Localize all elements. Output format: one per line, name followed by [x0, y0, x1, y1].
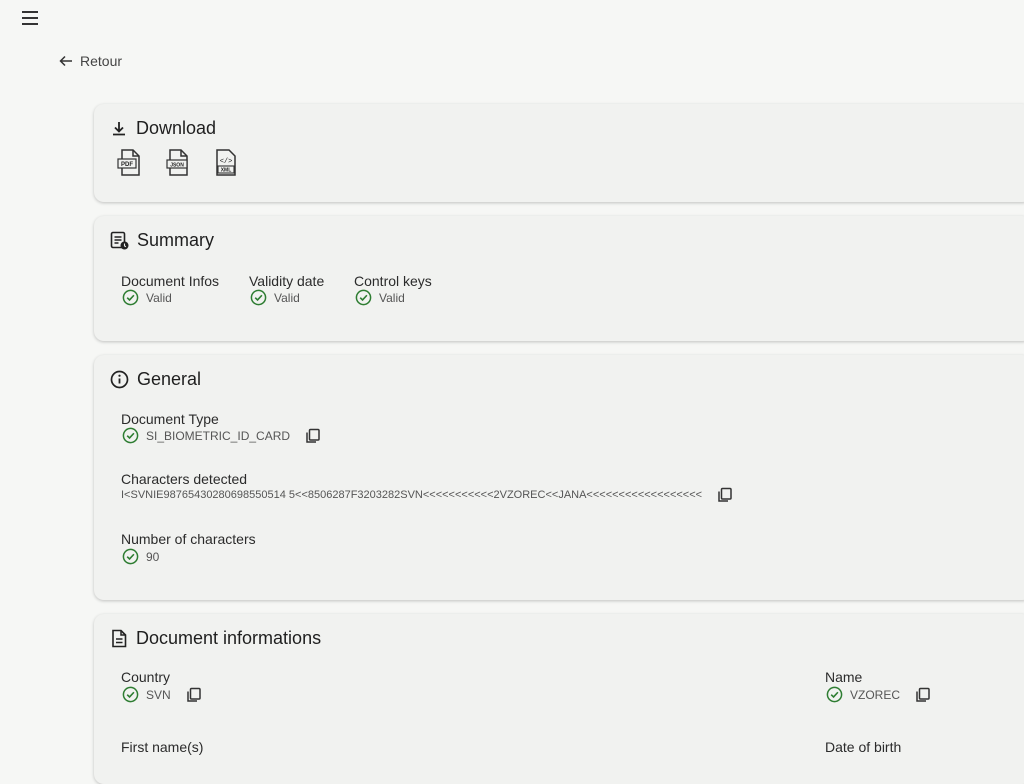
document-icon [112, 629, 127, 648]
document-informations-card: Document informations Country SVN Name V… [94, 614, 1024, 784]
document-infos-status: Valid [122, 289, 172, 306]
check-circle-icon [122, 427, 139, 444]
number-of-characters-label: Number of characters [121, 531, 256, 547]
document-infos-value: Valid [146, 290, 172, 305]
document-informations-header: Document informations [110, 628, 321, 649]
name-value: VZOREC [850, 687, 901, 702]
first-names-label: First name(s) [121, 739, 204, 755]
control-keys-value: Valid [379, 290, 405, 305]
characters-detected-value: I<SVNIE98765430280698550514 5<<8506287F3… [121, 489, 703, 501]
check-circle-icon [122, 289, 139, 306]
menu-icon[interactable] [18, 6, 42, 30]
validity-date-label: Validity date [249, 273, 325, 289]
name-row: VZOREC [826, 686, 931, 703]
check-circle-icon [826, 686, 843, 703]
document-type-label: Document Type [121, 411, 219, 427]
check-circle-icon [122, 548, 139, 565]
control-keys-label: Control keys [354, 273, 432, 289]
svg-text:</>: </> [220, 158, 233, 166]
document-type-row: SI_BIOMETRIC_ID_CARD [122, 427, 321, 444]
arrow-left-icon [59, 55, 72, 67]
country-row: SVN [122, 686, 202, 703]
summary-icon [110, 231, 129, 250]
download-icon [113, 121, 125, 135]
check-circle-icon [250, 289, 267, 306]
number-of-characters-row: 90 [122, 548, 159, 565]
summary-header: Summary [110, 230, 214, 251]
download-header: Download [110, 118, 216, 139]
back-link[interactable]: Retour [58, 50, 122, 72]
back-label: Retour [80, 53, 123, 69]
json-file-icon[interactable]: JSON [164, 148, 192, 178]
pdf-label: PDF [121, 162, 133, 168]
control-keys-status: Valid [355, 289, 405, 306]
document-infos-label: Document Infos [121, 273, 220, 289]
summary-title: Summary [137, 230, 215, 250]
characters-detected-row: I<SVNIE98765430280698550514 5<<8506287F3… [121, 487, 733, 503]
validity-date-status: Valid [250, 289, 300, 306]
copy-icon[interactable] [915, 687, 931, 703]
check-circle-icon [122, 686, 139, 703]
info-icon [110, 370, 129, 389]
general-card: General Document Type SI_BIOMETRIC_ID_CA… [94, 355, 1024, 600]
general-title: General [137, 369, 202, 389]
xml-file-icon[interactable]: </> XML [212, 148, 240, 178]
name-label: Name [825, 669, 863, 685]
document-type-value: SI_BIOMETRIC_ID_CARD [146, 428, 291, 443]
xml-label: XML [221, 168, 232, 174]
summary-card: Summary Document Infos Valid Validity da… [94, 216, 1024, 341]
pdf-file-icon[interactable]: PDF [116, 148, 144, 178]
check-circle-icon [355, 289, 372, 306]
copy-icon[interactable] [305, 428, 321, 444]
validity-date-value: Valid [274, 290, 300, 305]
country-label: Country [121, 669, 171, 685]
download-title: Download [136, 118, 217, 138]
number-of-characters-value: 90 [146, 549, 160, 564]
json-label: JSON [170, 163, 184, 169]
copy-icon[interactable] [186, 687, 202, 703]
date-of-birth-label: Date of birth [825, 739, 902, 755]
copy-icon[interactable] [717, 487, 733, 503]
general-header: General [110, 369, 201, 390]
country-value: SVN [146, 687, 171, 702]
characters-detected-label: Characters detected [121, 471, 248, 487]
document-informations-title: Document informations [136, 628, 322, 648]
download-card: Download PDF JSON </> XML [94, 104, 1024, 202]
